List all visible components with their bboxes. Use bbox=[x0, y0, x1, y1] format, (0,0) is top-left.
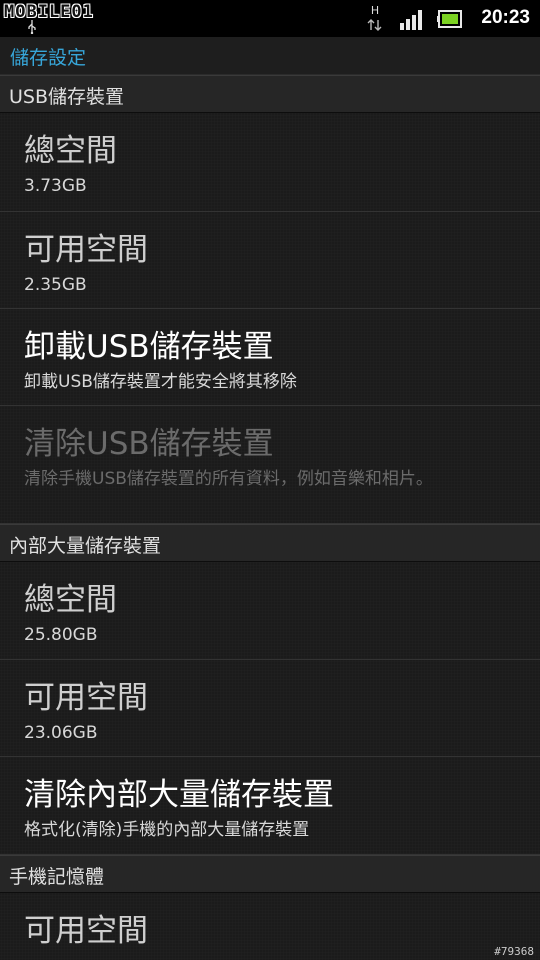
item-title: 清除USB儲存裝置 bbox=[24, 426, 274, 462]
internal-available-space-item: 可用空間 23.06GB bbox=[0, 660, 540, 757]
item-summary: 卸載USB儲存裝置才能安全將其移除 bbox=[24, 372, 297, 392]
signal-strength-icon bbox=[400, 10, 422, 30]
mobile01-watermark-logo: MOBILE01 bbox=[4, 2, 94, 22]
page-title: 儲存設定 bbox=[10, 47, 87, 69]
photo-id-watermark: #79368 bbox=[494, 945, 534, 958]
item-title: 總空間 bbox=[24, 582, 117, 618]
section-header-phone-memory: 手機記憶體 bbox=[0, 855, 540, 893]
item-summary: 3.73GB bbox=[24, 176, 87, 196]
unmount-usb-storage-item[interactable]: 卸載USB儲存裝置 卸載USB儲存裝置才能安全將其移除 bbox=[0, 309, 540, 406]
section-label: 內部大量儲存裝置 bbox=[9, 535, 162, 557]
item-title: 可用空間 bbox=[24, 680, 148, 716]
item-summary: 2.35GB bbox=[24, 275, 87, 295]
battery-icon bbox=[437, 10, 462, 28]
section-header-internal-storage: 內部大量儲存裝置 bbox=[0, 524, 540, 562]
usb-icon bbox=[28, 20, 36, 34]
item-summary: 清除手機USB儲存裝置的所有資料，例如音樂和相片。 bbox=[24, 469, 433, 489]
item-title: 清除內部大量儲存裝置 bbox=[24, 777, 334, 813]
section-header-usb-storage: USB儲存裝置 bbox=[0, 75, 540, 113]
item-title: 可用空間 bbox=[24, 232, 148, 268]
item-title: 卸載USB儲存裝置 bbox=[24, 329, 274, 365]
network-type-indicator: H bbox=[367, 5, 383, 33]
status-clock: 20:23 bbox=[481, 7, 530, 28]
usb-available-space-item: 可用空間 2.35GB bbox=[0, 212, 540, 309]
usb-total-space-item: 總空間 3.73GB bbox=[0, 113, 540, 212]
phone-available-space-item: 可用空間 bbox=[0, 893, 540, 960]
erase-usb-storage-item: 清除USB儲存裝置 清除手機USB儲存裝置的所有資料，例如音樂和相片。 bbox=[0, 406, 540, 524]
section-label: 手機記憶體 bbox=[9, 866, 105, 888]
item-summary: 25.80GB bbox=[24, 625, 98, 645]
internal-total-space-item: 總空間 25.80GB bbox=[0, 562, 540, 660]
item-title: 可用空間 bbox=[24, 913, 148, 949]
data-activity-icon bbox=[367, 19, 382, 31]
status-bar: MOBILE01 H 20:23 bbox=[0, 0, 540, 37]
item-summary: 23.06GB bbox=[24, 723, 98, 743]
erase-internal-storage-item[interactable]: 清除內部大量儲存裝置 格式化(清除)手機的內部大量儲存裝置 bbox=[0, 757, 540, 855]
section-label: USB儲存裝置 bbox=[9, 86, 125, 108]
item-summary: 格式化(清除)手機的內部大量儲存裝置 bbox=[24, 820, 310, 840]
title-bar: 儲存設定 bbox=[0, 37, 540, 75]
item-title: 總空間 bbox=[24, 133, 117, 169]
